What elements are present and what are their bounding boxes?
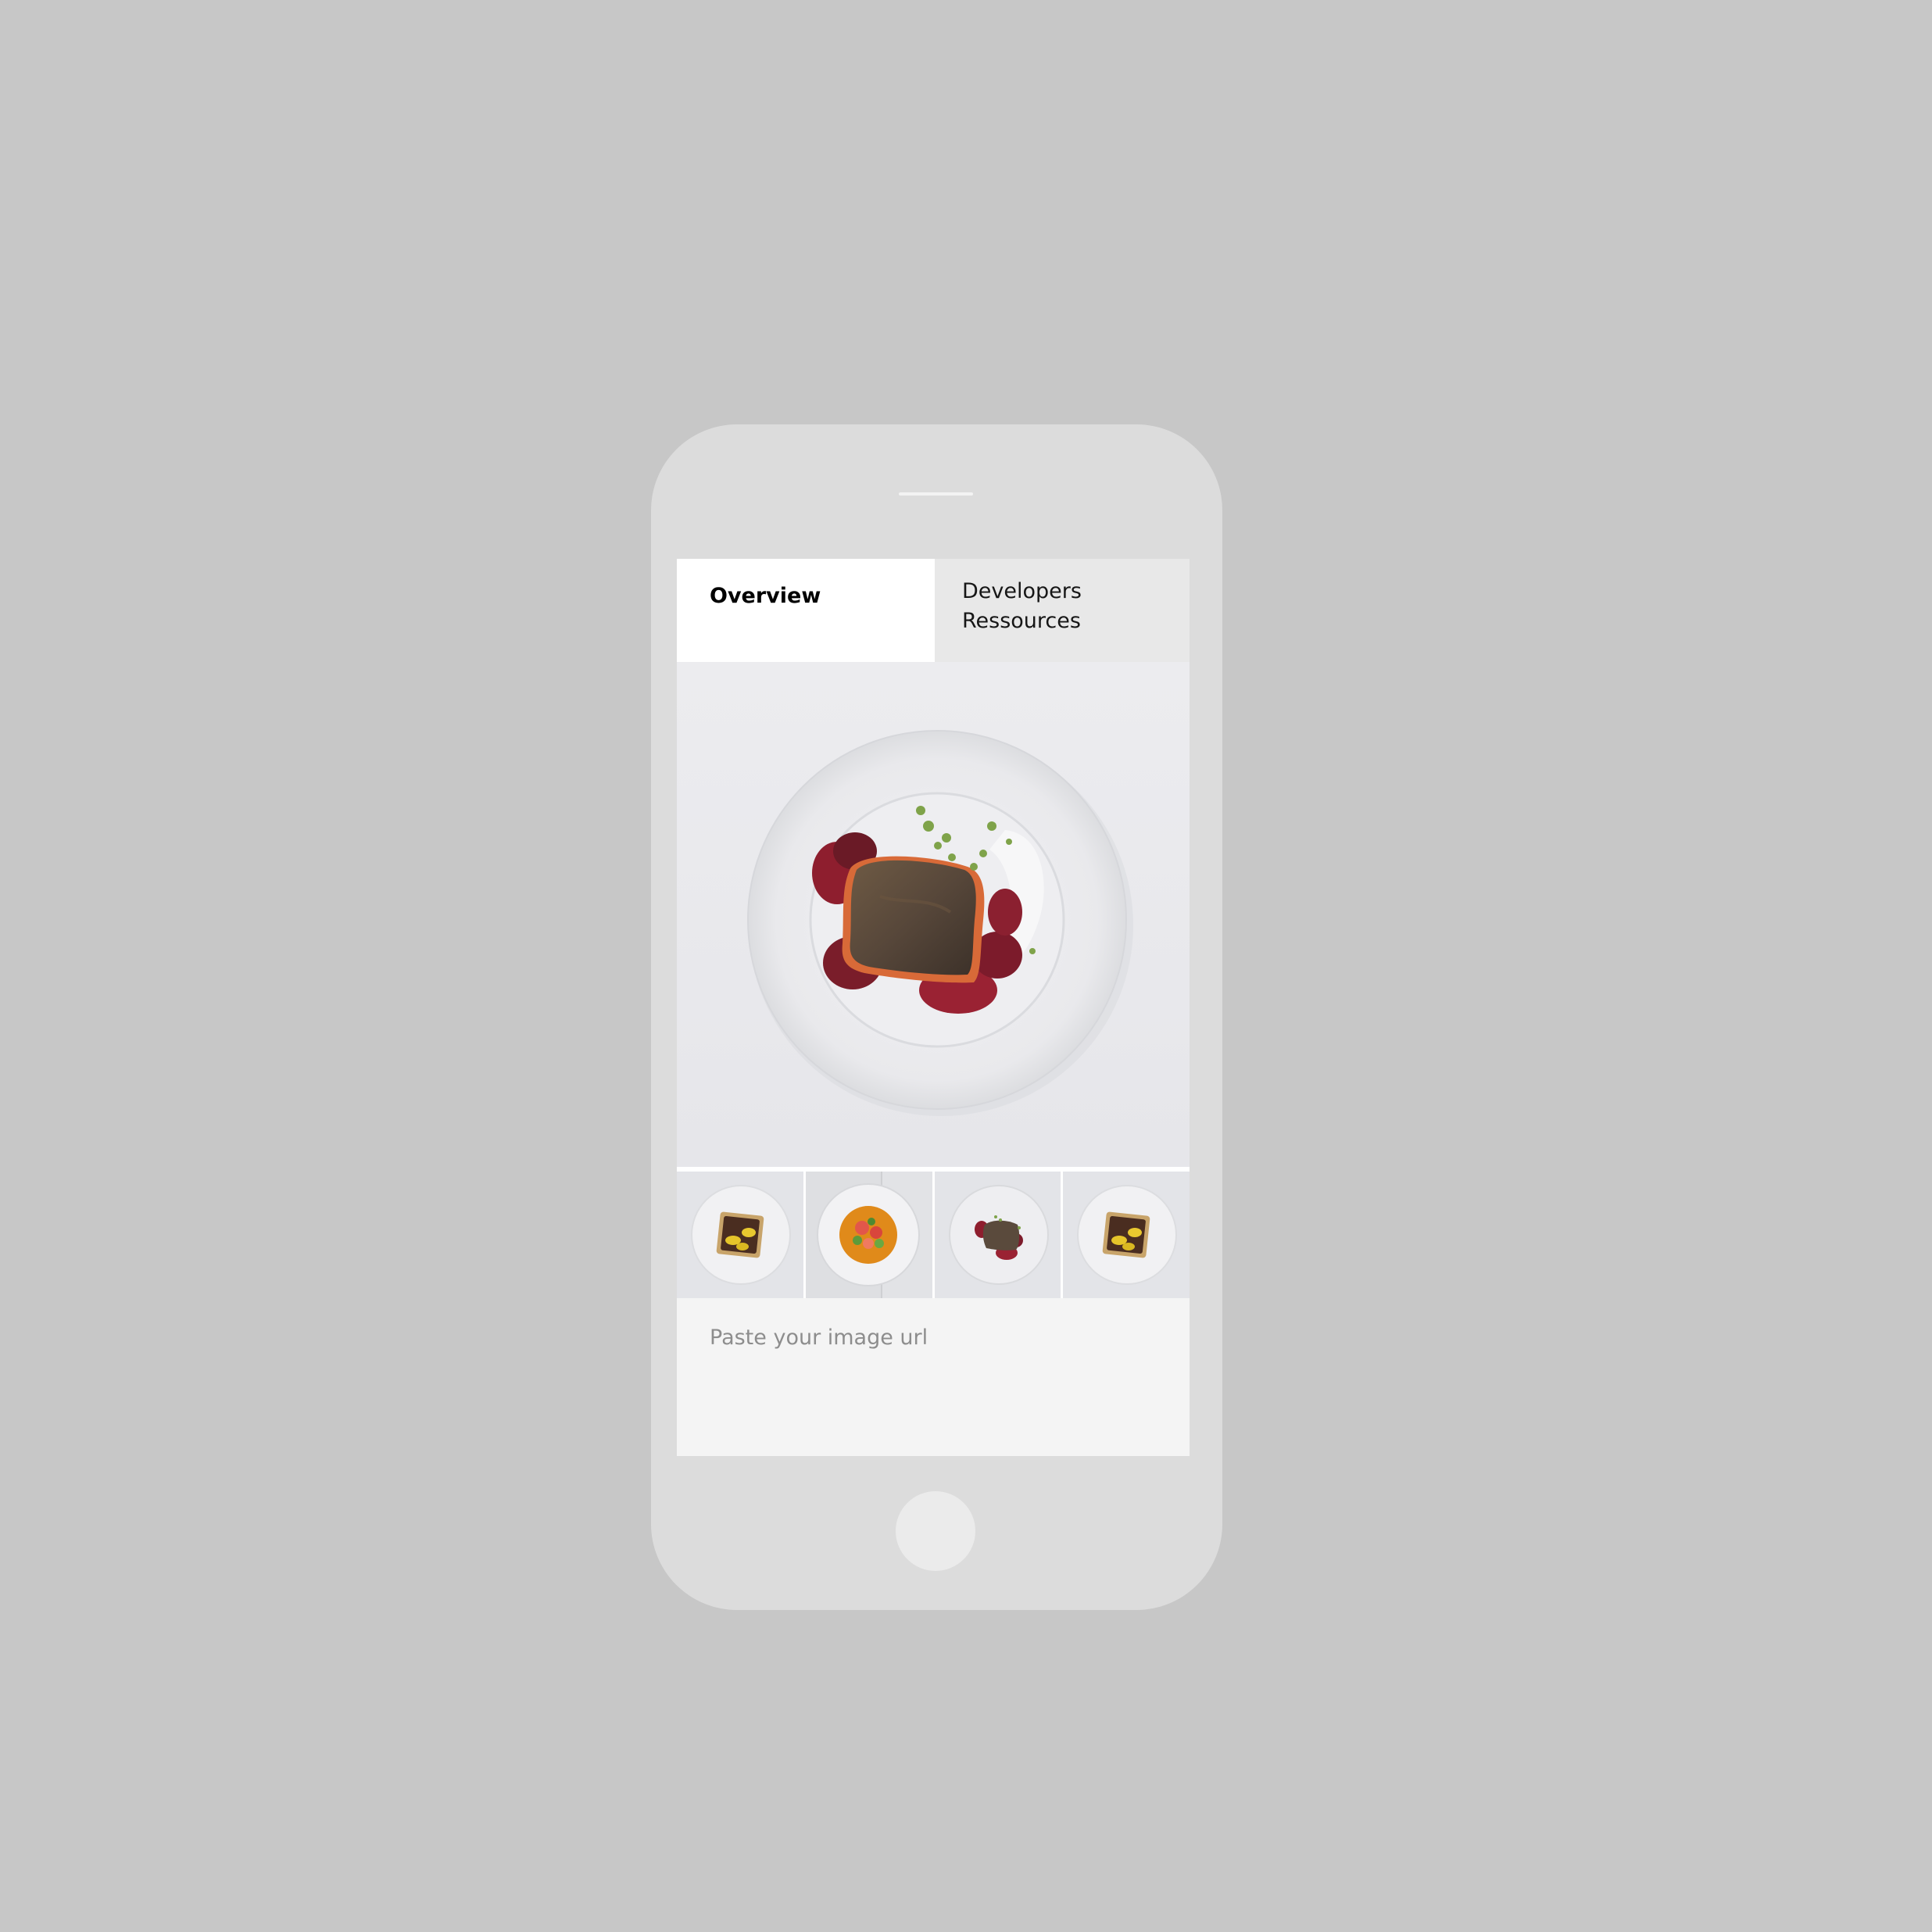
image-url-input[interactable] [710,1326,1163,1350]
tab-developers-label-line1: Developers [962,579,1082,603]
salmon-beet-plate-photo [747,730,1133,1116]
thumbnail-strip [677,1172,1190,1298]
hero-food-image [677,662,1190,1167]
home-button[interactable] [896,1491,975,1571]
thumbnail-2[interactable] [805,1172,932,1298]
salad-bowl-thumbnail [816,1183,920,1286]
url-input-area [677,1298,1190,1456]
phone-frame: Overview Developers Ressources [651,424,1222,1610]
thumbnail-1[interactable] [677,1172,803,1298]
tab-overview-label: Overview [710,584,821,608]
tab-developers-resources[interactable]: Developers Ressources [935,559,1190,662]
tab-developers-label-line2: Ressources [962,609,1081,633]
tab-bar: Overview Developers Ressources [677,559,1190,662]
toast-plate-thumbnail [1077,1185,1178,1285]
app-screen: Overview Developers Ressources [677,559,1190,1456]
thumbnail-3[interactable] [934,1172,1061,1298]
tab-overview[interactable]: Overview [677,559,935,662]
toast-plate-thumbnail [691,1185,791,1285]
phone-speaker [899,492,973,496]
salmon-plate-thumbnail [948,1185,1049,1285]
thumbnail-4[interactable] [1063,1172,1190,1298]
